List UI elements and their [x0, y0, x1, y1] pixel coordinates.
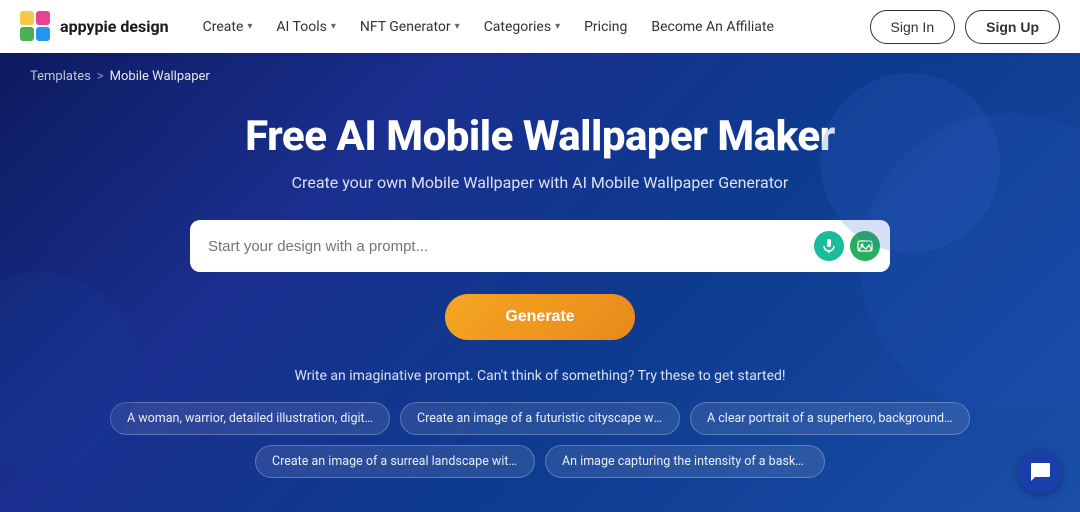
- breadcrumb-parent[interactable]: Templates: [30, 69, 91, 84]
- pill-2[interactable]: Create an image of a futuristic cityscap…: [400, 402, 680, 435]
- pill-3[interactable]: A clear portrait of a superhero, backgro…: [690, 402, 970, 435]
- nav-item-nft[interactable]: NFT Generator ▾: [350, 13, 470, 41]
- signin-button[interactable]: Sign In: [870, 10, 956, 44]
- generate-button[interactable]: Generate: [445, 294, 634, 340]
- hero-subtitle: Create your own Mobile Wallpaper with AI…: [292, 173, 789, 192]
- breadcrumb: Templates > Mobile Wallpaper: [30, 53, 210, 92]
- image-icon[interactable]: [850, 231, 880, 261]
- mic-icon[interactable]: [814, 231, 844, 261]
- logo-text: appypie design: [60, 17, 169, 36]
- pill-4[interactable]: Create an image of a surreal landscape w…: [255, 445, 535, 478]
- prompt-hint: Write an imaginative prompt. Can't think…: [294, 368, 785, 384]
- chevron-down-icon: ▾: [555, 21, 560, 32]
- breadcrumb-current: Mobile Wallpaper: [110, 69, 210, 84]
- logo[interactable]: appypie design: [20, 11, 169, 43]
- nav-item-affiliate[interactable]: Become An Affiliate: [641, 13, 783, 41]
- pills-row-2: Create an image of a surreal landscape w…: [255, 445, 825, 478]
- breadcrumb-separator: >: [97, 69, 104, 84]
- chat-bubble-button[interactable]: [1018, 450, 1062, 494]
- pill-1[interactable]: A woman, warrior, detailed illustration,…: [110, 402, 390, 435]
- chat-icon: [1029, 461, 1051, 483]
- hero-section: Templates > Mobile Wallpaper Free AI Mob…: [0, 53, 1080, 512]
- prompt-input[interactable]: [190, 220, 890, 272]
- nav-items: Create ▾ AI Tools ▾ NFT Generator ▾ Cate…: [193, 13, 870, 41]
- search-icon-group: [814, 231, 880, 261]
- nav-actions: Sign In Sign Up: [870, 10, 1060, 44]
- prompt-search-bar: [190, 220, 890, 272]
- nav-item-create[interactable]: Create ▾: [193, 13, 263, 41]
- hero-title: Free AI Mobile Wallpaper Maker: [245, 112, 835, 161]
- signup-button[interactable]: Sign Up: [965, 10, 1060, 44]
- chevron-down-icon: ▾: [247, 21, 252, 32]
- pill-5[interactable]: An image capturing the intensity of a ba…: [545, 445, 825, 478]
- nav-item-pricing[interactable]: Pricing: [574, 13, 637, 41]
- hero-content: Free AI Mobile Wallpaper Maker Create yo…: [0, 112, 1080, 488]
- navbar: appypie design Create ▾ AI Tools ▾ NFT G…: [0, 0, 1080, 53]
- chevron-down-icon: ▾: [331, 21, 336, 32]
- chevron-down-icon: ▾: [455, 21, 460, 32]
- nav-item-categories[interactable]: Categories ▾: [474, 13, 570, 41]
- logo-icon: [20, 11, 52, 43]
- pills-row-1: A woman, warrior, detailed illustration,…: [110, 402, 970, 435]
- nav-item-aitools[interactable]: AI Tools ▾: [266, 13, 345, 41]
